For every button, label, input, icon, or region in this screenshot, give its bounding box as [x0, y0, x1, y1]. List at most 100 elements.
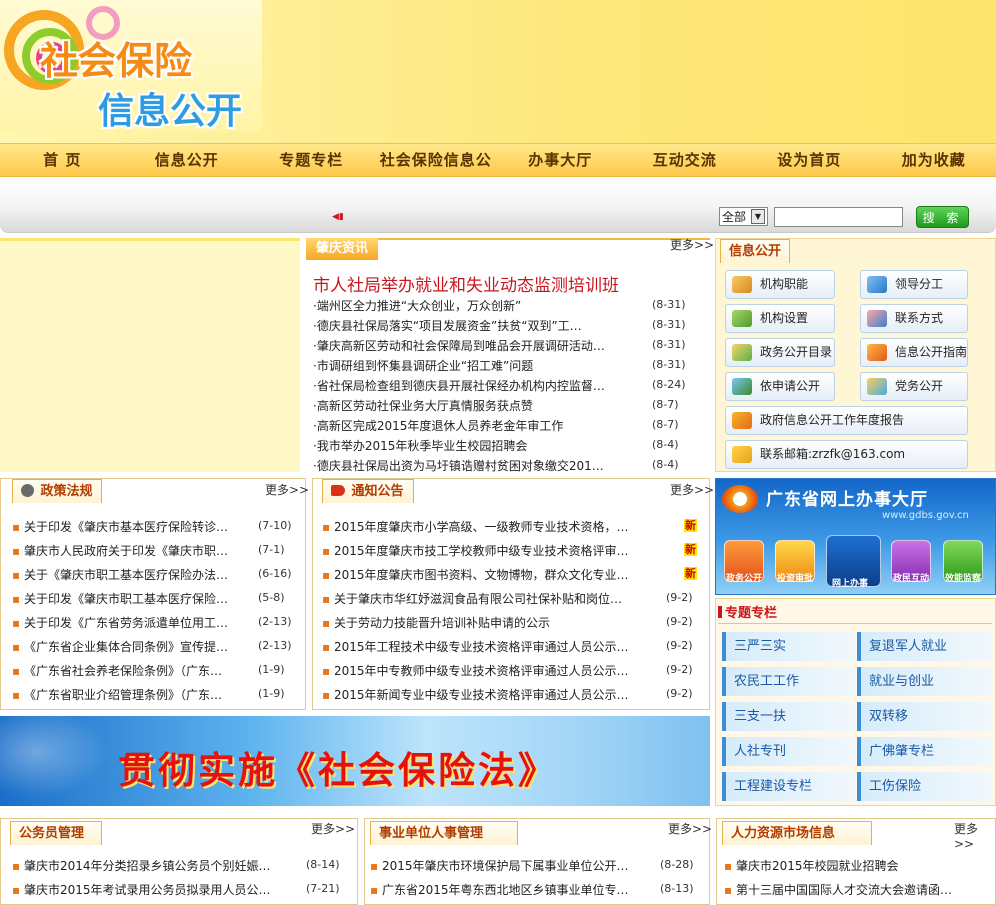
pi-item-label: 广东省2015年粤东西北地区乡镇事业单位专… — [381, 883, 629, 897]
nav-home[interactable]: 首 页 — [0, 144, 125, 176]
civil-item-label: 肇庆市2015年考试录用公务员拟录用人员公… — [23, 883, 271, 897]
news-item-date: (8-7) — [652, 398, 679, 411]
hr-item[interactable]: ▪ 肇庆市2015年校园就业招聘会 — [724, 857, 990, 874]
info-button[interactable]: 党务公开 — [860, 372, 968, 401]
news-item[interactable]: ·我市举办2015年秋季毕业生校园招聘会 — [313, 437, 645, 454]
policy-item[interactable]: ▪ 关于印发《广东省劳务派遣单位用工… — [12, 614, 247, 631]
info-button-label: 党务公开 — [895, 379, 944, 393]
news-item-date: (8-31) — [652, 338, 686, 351]
policy-item[interactable]: ▪ 《广东省社会养老保险条例》（广东… — [12, 662, 247, 679]
nav-social-insurance-info[interactable]: 社会保险信息公开 — [374, 144, 499, 202]
notice-item[interactable]: ▪ 2015年工程技术中级专业技术资格评审通过人员公示… — [322, 638, 652, 655]
site-logo[interactable]: 社会保险 信息公开 — [0, 0, 262, 132]
info-button[interactable]: 机构设置 — [725, 304, 835, 333]
pi-item[interactable]: ▪ 2015年肇庆市环境保护局下属事业单位公开… — [370, 857, 656, 874]
civil-servant-tab[interactable]: 公务员管理 — [10, 821, 102, 845]
topic-link[interactable]: 三支一扶 — [722, 702, 856, 731]
topic-link[interactable]: 就业与创业 — [857, 667, 991, 696]
bullet-icon: ▪ — [724, 859, 736, 873]
news-item[interactable]: ·德庆县社保局出资为马圩镇诰赠村贫困对象缴交201… — [313, 457, 645, 474]
bullet-icon: ▪ — [322, 688, 334, 702]
info-button[interactable]: 联系方式 — [860, 304, 968, 333]
topic-link[interactable]: 工程建设专栏 — [722, 772, 856, 801]
notice-item[interactable]: ▪ 关于肇庆市华红妤滋润食品有限公司社保补贴和岗位… — [322, 590, 652, 607]
news-headline[interactable]: 市人社局举办就业和失业动态监测培训班 — [313, 271, 619, 296]
policy-item-label: 《广东省企业集体合同条例》宣传提… — [23, 640, 228, 654]
notice-item[interactable]: ▪ 2015年度肇庆市技工学校教师中级专业技术资格评审… — [322, 542, 652, 559]
civil-servant-more-link[interactable]: 更多>> — [311, 820, 355, 837]
news-item-date: (8-7) — [652, 418, 679, 431]
policy-item[interactable]: ▪ 《广东省职业介绍管理条例》（广东… — [12, 686, 247, 703]
pi-item[interactable]: ▪ 广东省2015年粤东西北地区乡镇事业单位专… — [370, 881, 656, 898]
policy-tab[interactable]: 政策法规 — [12, 479, 102, 503]
nav-info-disclosure[interactable]: 信息公开 — [125, 144, 250, 176]
info-button[interactable]: 政务公开目录 — [725, 338, 835, 367]
topic-link[interactable]: 三严三实 — [722, 632, 856, 661]
notice-more-link[interactable]: 更多>> — [670, 481, 714, 498]
news-item[interactable]: ·市调研组到怀集县调研企业“招工难”问题 — [313, 357, 645, 374]
news-item[interactable]: ·高新区劳动社保业务大厅真情服务获点赞 — [313, 397, 645, 414]
policy-item-date: (2-13) — [258, 639, 292, 652]
policy-item[interactable]: ▪ 《广东省企业集体合同条例》宣传提… — [12, 638, 247, 655]
notice-item-label: 2015年度肇庆市技工学校教师中级专业技术资格评审… — [333, 544, 629, 558]
news-item[interactable]: ·端州区全力推进“大众创业，万众创新” — [313, 297, 645, 314]
info-button[interactable]: 依申请公开 — [725, 372, 835, 401]
civil-item[interactable]: ▪ 肇庆市2015年考试录用公务员拟录用人员公… — [12, 881, 302, 898]
info-button[interactable]: 领导分工 — [860, 270, 968, 299]
topic-link[interactable]: 复退军人就业 — [857, 632, 991, 661]
nav-add-favorite[interactable]: 加为收藏 — [872, 144, 996, 176]
news-tab[interactable]: 肇庆资讯 — [306, 238, 379, 260]
gdbs-title: 广东省网上办事大厅 — [766, 490, 928, 510]
social-insurance-law-banner[interactable]: 贯彻实施《社会保险法》 — [0, 716, 710, 806]
info-button[interactable]: 信息公开指南 — [860, 338, 968, 367]
search-input[interactable] — [774, 207, 903, 227]
pi-item-date: (8-28) — [660, 858, 694, 871]
policy-item[interactable]: ▪ 肇庆市人民政府关于印发《肇庆市职… — [12, 542, 247, 559]
policy-item[interactable]: ▪ 关于《肇庆市职工基本医疗保险办法… — [12, 566, 247, 583]
nav-service-hall[interactable]: 办事大厅 — [498, 144, 623, 176]
notice-item[interactable]: ▪ 2015年中专教师中级专业技术资格评审通过人员公示… — [322, 662, 652, 679]
nav-special-topics[interactable]: 专题专栏 — [249, 144, 374, 176]
news-item[interactable]: ·德庆县社保局落实“项目发展资金”扶贫“双到”工… — [313, 317, 645, 334]
info-button[interactable]: 机构职能 — [725, 270, 835, 299]
search-scope-select[interactable]: 全部 ▼ — [719, 207, 768, 226]
news-item[interactable]: ·高新区完成2015年度退休人员养老金年审工作 — [313, 417, 645, 434]
topic-link[interactable]: 农民工工作 — [722, 667, 856, 696]
red-marker-icon — [718, 606, 722, 618]
notice-tab[interactable]: 通知公告 — [322, 479, 414, 503]
public-institution-more-link[interactable]: 更多>> — [668, 820, 712, 837]
bullet-icon: ▪ — [12, 616, 24, 630]
notice-item[interactable]: ▪ 2015年度肇庆市小学高级、一级教师专业技术资格，… — [322, 518, 652, 535]
nav-set-homepage[interactable]: 设为首页 — [747, 144, 872, 176]
hr-market-tab[interactable]: 人力资源市场信息 — [722, 821, 872, 845]
topic-link[interactable]: 广佛肇专栏 — [857, 737, 991, 766]
civil-item[interactable]: ▪ 肇庆市2014年分类招录乡镇公务员个别妊娠… — [12, 857, 302, 874]
policy-item-label: 关于《肇庆市职工基本医疗保险办法… — [23, 568, 228, 582]
policy-item[interactable]: ▪ 关于印发《肇庆市基本医疗保险转诊… — [12, 518, 247, 535]
notice-item[interactable]: ▪ 2015年新闻专业中级专业技术资格评审通过人员公示… — [322, 686, 652, 703]
news-item[interactable]: ·肇庆高新区劳动和社会保障局到唯品会开展调研活动… — [313, 337, 645, 354]
email-button[interactable]: 联系邮箱:zrzfk@163.com — [725, 440, 968, 469]
search-button[interactable]: 搜 索 — [916, 206, 969, 228]
news-more-link[interactable]: 更多>> — [670, 236, 714, 253]
news-item-date: (8-24) — [652, 378, 686, 391]
topic-link[interactable]: 人社专刊 — [722, 737, 856, 766]
news-item[interactable]: ·省社保局检查组到德庆县开展社保经办机构内控监督… — [313, 377, 645, 394]
policy-item[interactable]: ▪ 关于印发《肇庆市职工基本医疗保险… — [12, 590, 247, 607]
annual-report-button[interactable]: 政府信息公开工作年度报告 — [725, 406, 968, 435]
main-nav: 首 页 信息公开 专题专栏 社会保险信息公开 办事大厅 互动交流 设为首页 加为… — [0, 143, 996, 202]
civil-item-date: (8-14) — [306, 858, 340, 871]
topics-tab[interactable]: 专题专栏 — [718, 602, 777, 621]
bullet-icon: ▪ — [322, 520, 334, 534]
notice-item[interactable]: ▪ 关于劳动力技能晋升培训补贴申请的公示 — [322, 614, 652, 631]
banner-figures — [0, 716, 120, 806]
policy-more-link[interactable]: 更多>> — [265, 481, 309, 498]
info-tab[interactable]: 信息公开 — [720, 239, 790, 263]
public-institution-tab[interactable]: 事业单位人事管理 — [370, 821, 518, 845]
hr-item[interactable]: ▪ 第十三届中国国际人才交流大会邀请函… — [724, 881, 990, 898]
notice-item[interactable]: ▪ 2015年度肇庆市图书资料、文物博物，群众文化专业… — [322, 566, 652, 583]
hr-market-more-link[interactable]: 更多>> — [954, 820, 996, 851]
topic-link[interactable]: 双转移 — [857, 702, 991, 731]
topic-link[interactable]: 工伤保险 — [857, 772, 991, 801]
nav-interaction[interactable]: 互动交流 — [623, 144, 748, 176]
